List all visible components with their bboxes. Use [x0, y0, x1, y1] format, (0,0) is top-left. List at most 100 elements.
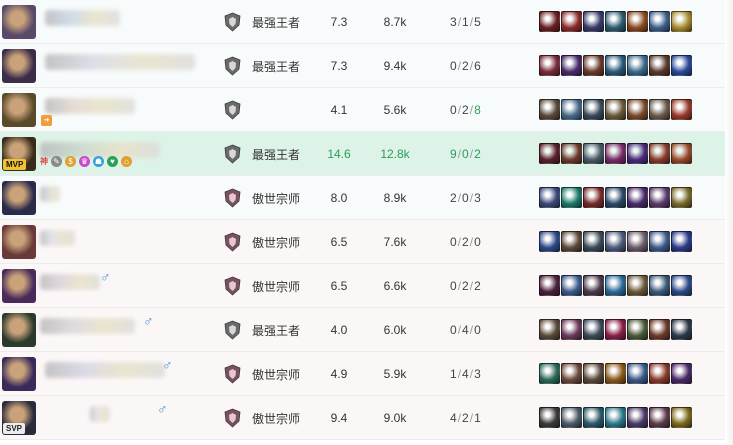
item-icon[interactable] [649, 231, 670, 252]
item-icon[interactable] [649, 55, 670, 76]
item-icon[interactable] [583, 187, 604, 208]
item-icon[interactable] [539, 363, 560, 384]
table-row[interactable]: 最强王者 7.3 9.4k 0/2/6 [0, 44, 733, 88]
table-row[interactable]: ♂ 傲世宗师 6.5 6.6k 0/2/2 [0, 264, 733, 308]
item-icon[interactable] [539, 143, 560, 164]
item-icon[interactable] [561, 275, 582, 296]
item-icon[interactable] [561, 187, 582, 208]
item-icon[interactable] [627, 275, 648, 296]
item-icon[interactable] [671, 231, 692, 252]
item-icon[interactable] [649, 99, 670, 120]
item-icon[interactable] [627, 11, 648, 32]
champion-portrait[interactable] [2, 5, 36, 39]
item-icon[interactable] [671, 11, 692, 32]
item-icon[interactable] [539, 319, 560, 340]
item-icon[interactable] [561, 55, 582, 76]
item-icon[interactable] [671, 275, 692, 296]
item-icon[interactable] [627, 319, 648, 340]
item-icon[interactable] [539, 99, 560, 120]
item-icon[interactable] [627, 143, 648, 164]
item-icon[interactable] [561, 363, 582, 384]
item-icon[interactable] [671, 99, 692, 120]
champion-portrait[interactable]: MVP [2, 137, 36, 171]
champion-portrait[interactable] [2, 269, 36, 303]
table-row[interactable]: ➔ 4.1 5.6k 0/2/8 [0, 88, 733, 132]
champion-portrait[interactable] [2, 225, 36, 259]
item-icon[interactable] [627, 407, 648, 428]
item-icon[interactable] [539, 275, 560, 296]
item-icon[interactable] [627, 187, 648, 208]
item-icon[interactable] [649, 319, 670, 340]
item-icon[interactable] [605, 55, 626, 76]
item-icon[interactable] [561, 11, 582, 32]
item-icon[interactable] [561, 231, 582, 252]
table-row[interactable]: 傲世宗师 6.5 7.6k 0/2/0 [0, 220, 733, 264]
player-name-redacted[interactable] [90, 406, 110, 422]
item-icon[interactable] [605, 143, 626, 164]
item-icon[interactable] [539, 11, 560, 32]
table-row[interactable]: ♂ 傲世宗师 4.9 5.9k 1/4/3 [0, 352, 733, 396]
player-name-redacted[interactable] [40, 274, 100, 290]
item-icon[interactable] [649, 143, 670, 164]
player-name-redacted[interactable] [45, 10, 120, 26]
item-icon[interactable] [605, 407, 626, 428]
item-icon[interactable] [583, 143, 604, 164]
item-icon[interactable] [583, 99, 604, 120]
champion-portrait[interactable] [2, 357, 36, 391]
champion-portrait[interactable] [2, 49, 36, 83]
item-icon[interactable] [671, 407, 692, 428]
item-icon[interactable] [649, 275, 670, 296]
item-icon[interactable] [605, 99, 626, 120]
item-icon[interactable] [649, 407, 670, 428]
item-icon[interactable] [561, 407, 582, 428]
player-name-redacted[interactable] [40, 318, 135, 334]
item-icon[interactable] [583, 55, 604, 76]
item-icon[interactable] [605, 187, 626, 208]
champion-portrait[interactable] [2, 181, 36, 215]
table-row[interactable]: ♂ 最强王者 4.0 6.0k 0/4/0 [0, 308, 733, 352]
item-icon[interactable] [649, 363, 670, 384]
item-icon[interactable] [605, 319, 626, 340]
item-icon[interactable] [671, 55, 692, 76]
item-icon[interactable] [561, 319, 582, 340]
item-icon[interactable] [671, 319, 692, 340]
item-icon[interactable] [627, 231, 648, 252]
item-icon[interactable] [671, 143, 692, 164]
item-icon[interactable] [649, 11, 670, 32]
item-icon[interactable] [605, 231, 626, 252]
table-row[interactable]: 最强王者 7.3 8.7k 3/1/5 [0, 0, 733, 44]
item-icon[interactable] [671, 363, 692, 384]
champion-portrait[interactable]: SVP [2, 401, 36, 435]
table-row[interactable]: SVP ♂ 傲世宗师 9.4 9.0k 4/2/1 [0, 396, 733, 440]
champion-portrait[interactable] [2, 93, 36, 127]
player-name-redacted[interactable] [45, 54, 195, 70]
player-name-redacted[interactable] [45, 362, 165, 378]
player-name-redacted[interactable] [45, 98, 135, 114]
item-icon[interactable] [539, 55, 560, 76]
item-icon[interactable] [583, 275, 604, 296]
item-icon[interactable] [671, 187, 692, 208]
item-icon[interactable] [539, 231, 560, 252]
item-icon[interactable] [583, 319, 604, 340]
player-name-redacted[interactable] [40, 186, 60, 202]
champion-portrait[interactable] [2, 313, 36, 347]
table-row[interactable]: MVP 神 ✎ $ ♛ ☗ ♥ ⌂ 最强王者 14.6 12.8k 9/0/2 [0, 132, 733, 176]
item-icon[interactable] [539, 187, 560, 208]
item-icon[interactable] [605, 363, 626, 384]
item-icon[interactable] [605, 11, 626, 32]
item-icon[interactable] [583, 407, 604, 428]
item-icon[interactable] [627, 99, 648, 120]
player-name-redacted[interactable] [40, 230, 75, 246]
item-icon[interactable] [583, 231, 604, 252]
scrollbar[interactable] [725, 0, 733, 445]
item-icon[interactable] [583, 11, 604, 32]
item-icon[interactable] [627, 55, 648, 76]
table-row[interactable]: 傲世宗师 8.0 8.9k 2/0/3 [0, 176, 733, 220]
item-icon[interactable] [649, 187, 670, 208]
item-icon[interactable] [627, 363, 648, 384]
item-icon[interactable] [539, 407, 560, 428]
item-icon[interactable] [561, 143, 582, 164]
item-icon[interactable] [605, 275, 626, 296]
item-icon[interactable] [561, 99, 582, 120]
item-icon[interactable] [583, 363, 604, 384]
